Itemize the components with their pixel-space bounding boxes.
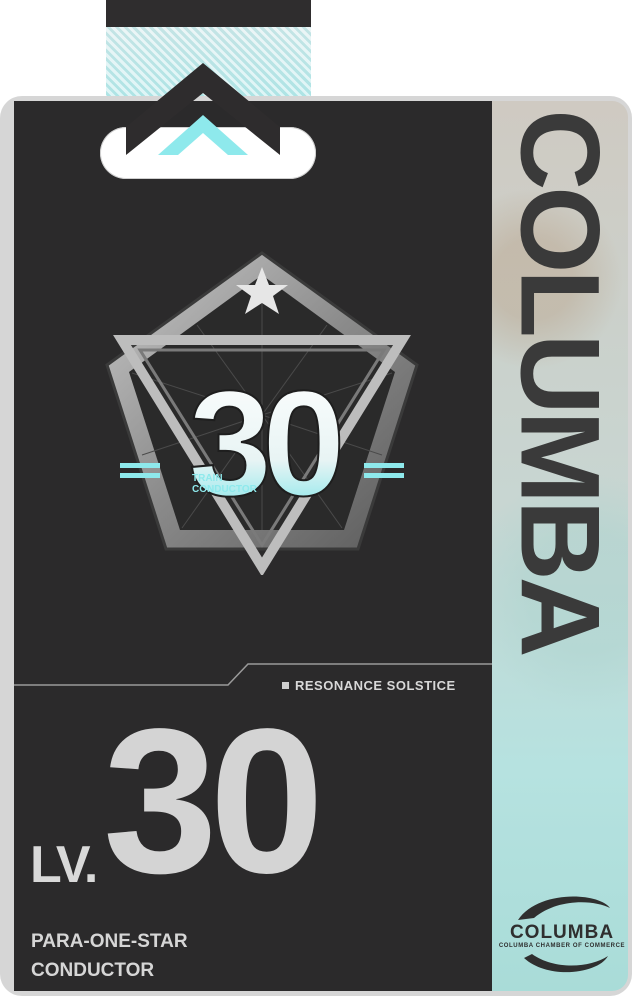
logo-subtitle: COLUMBA CHAMBER OF COMMERCE [498, 943, 626, 949]
tagline-text: RESONANCE SOLSTICE [295, 678, 456, 693]
rank-line1: PARA-ONE-STAR [31, 931, 188, 952]
columba-logo: COLUMBA COLUMBA CHAMBER OF COMMERCE [498, 888, 626, 980]
chevron-up-icon [118, 55, 288, 155]
rank-line2: CONDUCTOR [31, 960, 155, 981]
side-title-wrap: COLUMBA [492, 101, 628, 661]
side-title: COLUMBA [497, 108, 623, 654]
level-value: 30 [103, 686, 324, 916]
badge-caption-line2: CONDUCTOR [192, 484, 258, 495]
badge-caption-line1: TRAIN [192, 473, 223, 484]
badge-number: 30 [189, 359, 340, 527]
level-badge: 30 TRAIN CONDUCTOR [92, 245, 432, 577]
logo-word: COLUMBA [509, 922, 615, 943]
level-prefix: LV. [30, 836, 98, 894]
lanyard-clip [106, 0, 311, 27]
rank-title: PARA-ONE-STAR CONDUCTOR [31, 927, 188, 985]
